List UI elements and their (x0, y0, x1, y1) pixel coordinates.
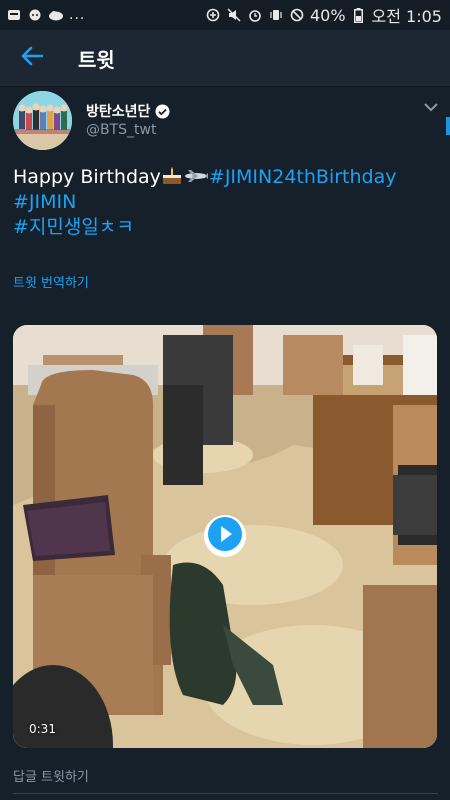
more-notifications: ... (69, 7, 86, 23)
no-signal-icon (289, 8, 305, 22)
video-player[interactable]: 0:31 (13, 325, 437, 748)
verified-badge-icon (155, 104, 170, 119)
user-handle[interactable]: @BTS_twt (86, 122, 156, 138)
play-icon (204, 513, 246, 559)
tweet-header: 방탄소년단 @BTS_twt (13, 88, 438, 152)
avatar[interactable] (13, 91, 72, 150)
mute-icon (226, 8, 242, 22)
display-name[interactable]: 방탄소년단 (86, 101, 170, 121)
airplane-icon (183, 166, 209, 182)
cake-icon (161, 167, 183, 185)
reply-divider (13, 793, 438, 794)
status-bar: ... 40% 오전 1:05 (0, 0, 450, 30)
hashtag-link-1[interactable]: #JIMIN24thBirthday (209, 166, 397, 188)
tweet-text-line-3: #지민생일ㅊㅋ (13, 215, 438, 240)
alarm-icon (247, 8, 263, 22)
display-name-text: 방탄소년단 (86, 104, 151, 120)
data-saver-icon (205, 8, 221, 22)
chat-bubble-icon (27, 8, 43, 22)
hashtag-link-2[interactable]: #JIMIN (13, 191, 76, 213)
tweet-text-plain: Happy Birthday (13, 166, 161, 188)
battery-percent: 40% (309, 5, 346, 25)
battery-icon (351, 8, 367, 23)
status-bar-left: ... (6, 7, 85, 23)
back-button[interactable] (0, 30, 64, 87)
tweet-text-line-1: Happy Birthday #JIMIN24thBirthday (13, 165, 438, 190)
tweet-text: Happy Birthday #JIMIN24thBirthday #JIMIN … (13, 165, 438, 240)
translate-tweet-link[interactable]: 트윗 번역하기 (13, 272, 89, 291)
notification-icon (6, 8, 22, 22)
reply-input[interactable]: 답글 트윗하기 (13, 766, 438, 790)
scroll-indicator (446, 117, 450, 135)
app-bar: 트윗 (0, 30, 450, 87)
vibrate-icon (268, 8, 284, 22)
tweet-text-line-2: #JIMIN (13, 190, 438, 215)
video-duration: 0:31 (29, 722, 56, 736)
page-title: 트윗 (78, 47, 115, 72)
cloud-icon (48, 8, 64, 22)
clock: 오전 1:05 (371, 7, 442, 26)
hashtag-link-3[interactable]: #지민생일ㅊㅋ (13, 216, 134, 238)
back-arrow-icon (21, 46, 44, 70)
status-bar-right: 40% 오전 1:05 (205, 3, 442, 27)
tweet-menu-chevron-icon[interactable] (422, 98, 440, 112)
play-button[interactable] (204, 515, 246, 557)
